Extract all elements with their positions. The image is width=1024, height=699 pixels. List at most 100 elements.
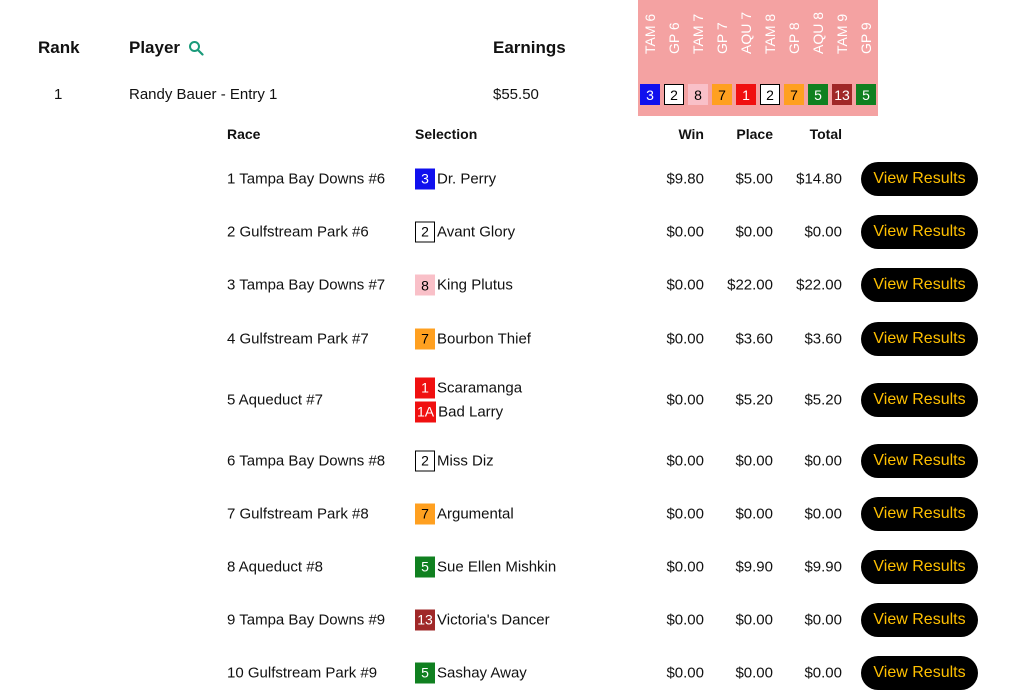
- race-name: 10 Gulfstream Park #9: [227, 664, 378, 681]
- horse-name: King Plutus: [437, 276, 513, 294]
- entry-player[interactable]: Randy Bauer - Entry 1: [129, 86, 277, 103]
- program-number-badge: 2: [415, 450, 435, 471]
- program-number-badge: 8: [415, 274, 435, 296]
- horse-name: Victoria's Dancer: [437, 611, 550, 628]
- view-results-button[interactable]: View Results: [861, 268, 978, 302]
- race-name: 7 Gulfstream Park #8: [227, 505, 369, 522]
- win-amount: $0.00: [666, 223, 704, 240]
- total-amount: $9.90: [804, 558, 842, 575]
- selection: 7 Bourbon Thief: [415, 328, 531, 349]
- view-results-button[interactable]: View Results: [861, 321, 978, 356]
- pick-cell: 2: [662, 84, 686, 105]
- selection-entry: 5 Sashay Away: [415, 662, 527, 683]
- horse-name: Avant Glory: [437, 223, 516, 240]
- win-amount: $0.00: [666, 330, 704, 347]
- place-amount: $5.20: [735, 391, 773, 408]
- program-number-badge: 13: [415, 609, 435, 630]
- place-amount: $22.00: [727, 276, 773, 294]
- race-name: 6 Tampa Bay Downs #8: [227, 452, 386, 469]
- win-amount: $0.00: [666, 664, 704, 681]
- place-amount: $0.00: [735, 664, 773, 681]
- race-column-label: TAM 7: [690, 13, 706, 54]
- place-amount: $0.00: [735, 452, 773, 469]
- selection-entry: 2 Miss Diz: [415, 450, 494, 471]
- race-name: 3 Tampa Bay Downs #7: [227, 276, 386, 294]
- race-column: GP 8: [782, 0, 806, 76]
- place-amount: $3.60: [735, 330, 773, 347]
- pick-cell: 13: [830, 84, 854, 105]
- race-column-headers: TAM 6 GP 6 TAM 7 GP 7 AQU 7 TAM 8 GP 8 AQU 8 TAM…: [638, 0, 878, 76]
- selection: 5 Sashay Away: [415, 662, 527, 683]
- view-results-button[interactable]: View Results: [861, 214, 978, 249]
- program-number-badge: 2: [664, 84, 684, 105]
- total-amount: $0.00: [804, 505, 842, 522]
- total-amount: $14.80: [796, 170, 842, 187]
- total-amount: $0.00: [804, 664, 842, 681]
- view-results-button[interactable]: View Results: [861, 602, 978, 637]
- view-results-button[interactable]: View Results: [861, 496, 978, 531]
- selection: 13 Victoria's Dancer: [415, 609, 550, 630]
- program-number-badge: 8: [688, 84, 708, 105]
- horse-name: Sue Ellen Mishkin: [437, 558, 557, 575]
- race-column-label: AQU 7: [738, 11, 754, 54]
- program-number-badge: 7: [415, 503, 435, 524]
- pick-cell: 7: [782, 84, 806, 105]
- selection-entry: 5 Sue Ellen Mishkin: [415, 556, 556, 577]
- win-amount: $0.00: [666, 391, 704, 408]
- entry-earnings: $55.50: [493, 86, 539, 103]
- pick-cell: 7: [710, 84, 734, 105]
- program-number-badge: 2: [415, 221, 435, 242]
- selection: 3 Dr. Perry: [415, 168, 496, 189]
- pick-cell: 3: [638, 84, 662, 105]
- win-column-header: Win: [678, 126, 704, 142]
- view-results-button[interactable]: View Results: [861, 655, 978, 690]
- total-amount: $0.00: [804, 452, 842, 469]
- win-amount: $0.00: [666, 505, 704, 522]
- race-column: GP 6: [662, 0, 686, 76]
- win-amount: $0.00: [666, 452, 704, 469]
- horse-name: Miss Diz: [437, 452, 494, 469]
- race-name: 4 Gulfstream Park #7: [227, 330, 369, 347]
- race-column: TAM 9: [830, 0, 854, 76]
- win-amount: $9.80: [666, 170, 704, 187]
- program-number-badge: 7: [415, 328, 435, 349]
- selection: 2 Avant Glory: [415, 221, 515, 242]
- selection-entry: 7 Bourbon Thief: [415, 328, 531, 349]
- place-column-header: Place: [736, 126, 773, 142]
- entry-picks: 3 2 8 7 1 2 7 5 13 5: [638, 84, 878, 105]
- total-amount: $5.20: [804, 391, 842, 408]
- race-name: 8 Aqueduct #8: [227, 558, 323, 575]
- view-results-button[interactable]: View Results: [861, 382, 978, 417]
- selection-entry: 3 Dr. Perry: [415, 168, 496, 189]
- race-column: TAM 6: [638, 0, 662, 76]
- selection: 2 Miss Diz: [415, 450, 494, 471]
- program-number-badge: 7: [712, 84, 732, 105]
- horse-name: Sashay Away: [437, 664, 527, 681]
- view-results-button[interactable]: View Results: [861, 443, 978, 478]
- race-column-label: GP 6: [666, 22, 682, 54]
- race-name: 2 Gulfstream Park #6: [227, 223, 369, 240]
- view-results-button[interactable]: View Results: [861, 161, 978, 196]
- selection-entry: 2 Avant Glory: [415, 221, 515, 242]
- player-header-label: Player: [129, 38, 181, 57]
- program-number-badge: 3: [640, 84, 660, 105]
- race-column: TAM 7: [686, 0, 710, 76]
- total-amount: $0.00: [804, 611, 842, 628]
- race-column: GP 7: [710, 0, 734, 76]
- player-header: Player: [129, 38, 204, 58]
- pick-cell: 5: [806, 84, 830, 105]
- race-column-label: GP 7: [714, 22, 730, 54]
- selection: 1 Scaramanga 1A Bad Larry: [415, 377, 522, 422]
- race-column: AQU 7: [734, 0, 758, 76]
- race-column-label: TAM 6: [642, 13, 658, 54]
- entry-rank: 1: [54, 86, 63, 103]
- table-row: 5 Aqueduct #7 1 Scaramanga 1A Bad Larry $0.00…: [0, 365, 1024, 434]
- program-number-badge: 5: [808, 84, 828, 105]
- view-results-button[interactable]: View Results: [861, 549, 978, 584]
- total-amount: $22.00: [796, 276, 842, 294]
- horse-name: Bourbon Thief: [437, 330, 531, 347]
- race-name: 9 Tampa Bay Downs #9: [227, 611, 386, 628]
- search-icon[interactable]: [188, 40, 204, 56]
- race-column: GP 9: [854, 0, 878, 76]
- selection-entry: 1A Bad Larry: [415, 401, 522, 422]
